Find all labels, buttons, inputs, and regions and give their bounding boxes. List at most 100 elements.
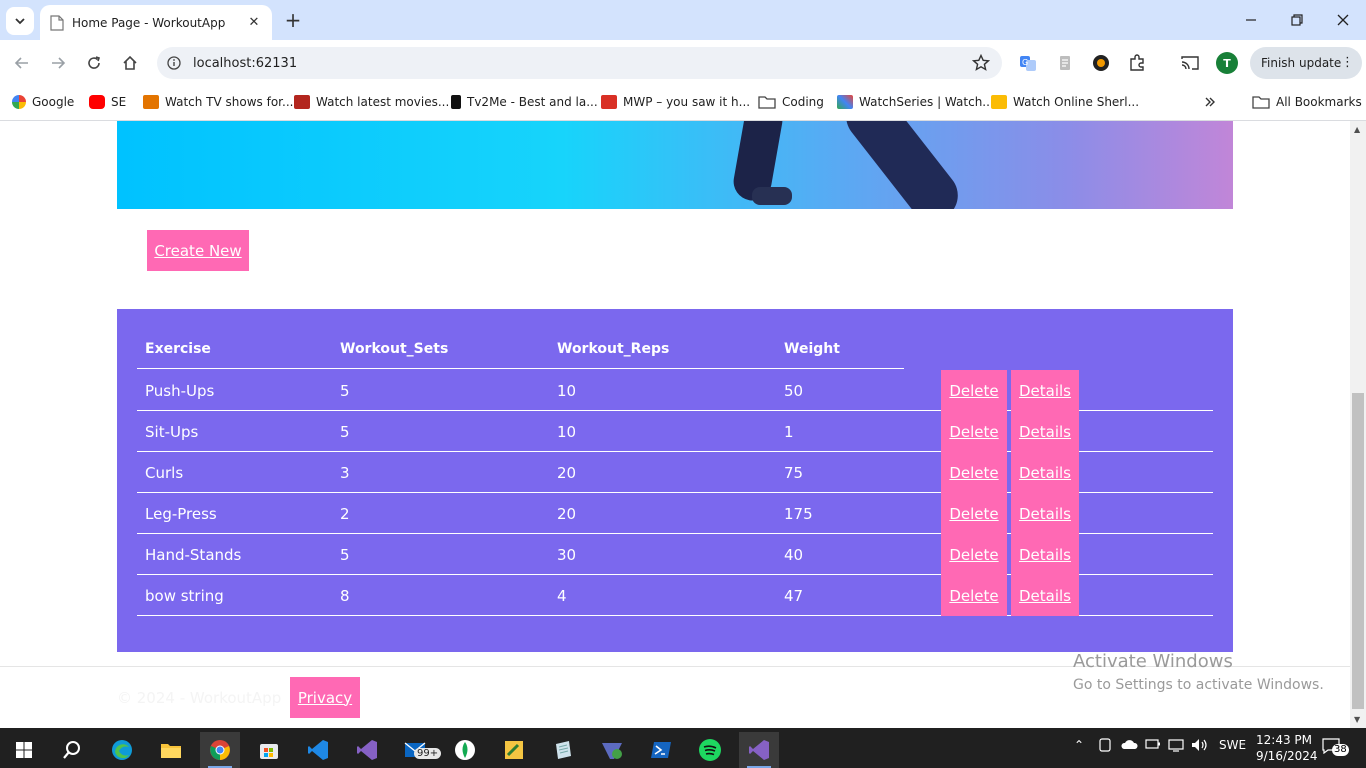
onedrive-icon[interactable]: [1120, 738, 1138, 753]
details-button[interactable]: Details: [1011, 411, 1079, 452]
scroll-down-arrow-icon[interactable]: ▼: [1354, 715, 1360, 724]
bookmark-watch-tv[interactable]: Watch TV shows for...: [143, 92, 293, 112]
notepad-icon[interactable]: [543, 732, 583, 768]
url-text: localhost:62131: [193, 55, 298, 71]
bookmark-tv2me[interactable]: Tv2Me - Best and la...: [451, 92, 598, 112]
delete-button[interactable]: Delete: [941, 575, 1007, 616]
search-icon[interactable]: [52, 732, 92, 768]
extensions-puzzle-icon[interactable]: [1125, 51, 1149, 75]
vpn-shield-icon[interactable]: [592, 732, 632, 768]
details-button[interactable]: Details: [1011, 575, 1079, 616]
visual-studio-running-icon[interactable]: [739, 732, 779, 768]
bookmark-se[interactable]: SE: [89, 92, 126, 112]
clock-date: 9/16/2024: [1256, 749, 1318, 763]
details-button[interactable]: Details: [1011, 452, 1079, 493]
language-indicator[interactable]: SWE: [1219, 738, 1246, 752]
delete-button[interactable]: Delete: [941, 411, 1007, 452]
create-new-button[interactable]: Create New: [147, 230, 249, 271]
bookmark-watchseries[interactable]: WatchSeries | Watch...: [837, 92, 994, 112]
page-scrollbar[interactable]: ▲ ▼: [1350, 121, 1366, 728]
tab-title: Home Page - WorkoutApp: [72, 15, 226, 30]
bookmark-sherlock[interactable]: Watch Online Sherl...: [991, 92, 1139, 112]
cell-weight: 47: [784, 587, 804, 605]
close-window-icon[interactable]: [1332, 9, 1354, 31]
finish-update-button[interactable]: Finish update ⋮: [1250, 47, 1362, 79]
delete-button[interactable]: Delete: [941, 370, 1007, 411]
hero-image: [117, 121, 1233, 209]
file-explorer-icon[interactable]: [151, 732, 191, 768]
delete-button[interactable]: Delete: [941, 493, 1007, 534]
bookmarks-overflow-icon[interactable]: [1204, 92, 1216, 112]
forward-arrow-icon[interactable]: [46, 51, 70, 75]
delete-button[interactable]: Delete: [941, 452, 1007, 493]
table-row: Leg-Press 2 20 175 Delete Details: [137, 493, 1213, 534]
windows-start-icon[interactable]: [4, 732, 44, 768]
column-header-weight: Weight: [784, 341, 840, 357]
details-button[interactable]: Details: [1011, 534, 1079, 575]
profile-avatar[interactable]: T: [1216, 52, 1238, 74]
cell-reps: 30: [557, 546, 577, 564]
site-info-icon[interactable]: [167, 56, 181, 70]
bookmark-star-icon[interactable]: [972, 54, 990, 72]
minimize-icon[interactable]: [1240, 9, 1262, 31]
details-button[interactable]: Details: [1011, 493, 1079, 534]
home-icon[interactable]: [118, 51, 142, 75]
browser-toolbar: localhost:62131 G T Finish update ⋮: [0, 40, 1366, 85]
battery-icon[interactable]: [1145, 738, 1161, 753]
column-header-exercise: Exercise: [145, 341, 211, 357]
edge-icon[interactable]: [102, 732, 142, 768]
bookmark-label: Watch latest movies...: [316, 95, 450, 109]
folder-icon: [758, 96, 776, 109]
more-menu-icon[interactable]: ⋮: [1341, 55, 1354, 70]
all-bookmarks-button[interactable]: All Bookmarks: [1252, 92, 1362, 112]
visual-studio-icon[interactable]: [347, 732, 387, 768]
details-button[interactable]: Details: [1011, 370, 1079, 411]
bookmark-google[interactable]: Google: [12, 92, 74, 112]
privacy-link[interactable]: Privacy: [290, 677, 360, 718]
spotify-icon[interactable]: [690, 732, 730, 768]
mongodb-icon[interactable]: [445, 732, 485, 768]
bookmark-mwp[interactable]: MWP – you saw it h...: [601, 92, 750, 112]
chrome-taskbar-icon[interactable]: [200, 732, 240, 768]
tab-close-icon[interactable]: ✕: [246, 15, 262, 30]
table-row: bow string 8 4 47 Delete Details: [137, 575, 1213, 616]
tab-search-button[interactable]: [6, 7, 34, 35]
delete-button[interactable]: Delete: [941, 534, 1007, 575]
clock-time: 12:43 PM: [1256, 733, 1312, 747]
scroll-up-arrow-icon[interactable]: ▲: [1354, 125, 1360, 134]
cast-icon[interactable]: [1178, 51, 1202, 75]
network-icon[interactable]: [1168, 738, 1184, 755]
hero-runner-shoe: [752, 187, 792, 205]
cell-reps: 10: [557, 382, 577, 400]
new-tab-icon[interactable]: +: [282, 8, 304, 32]
tray-device-icon[interactable]: [1098, 738, 1112, 755]
youtube-icon: [89, 95, 105, 109]
paint-app-icon[interactable]: [494, 732, 534, 768]
mail-icon[interactable]: 99+: [396, 732, 442, 768]
vscode-icon[interactable]: [298, 732, 338, 768]
cell-exercise: Push-Ups: [145, 382, 215, 400]
reload-icon[interactable]: [82, 51, 106, 75]
bookmark-folder-coding[interactable]: Coding: [758, 92, 824, 112]
volume-icon[interactable]: [1191, 738, 1209, 755]
record-extension-icon[interactable]: [1089, 51, 1113, 75]
tray-overflow-icon[interactable]: ⌃: [1074, 738, 1084, 752]
table-row: Sit-Ups 5 10 1 Delete Details: [137, 411, 1213, 452]
cell-weight: 40: [784, 546, 804, 564]
bookmark-watch-movies[interactable]: Watch latest movies...: [294, 92, 449, 112]
bookmark-label: Watch Online Sherl...: [1013, 95, 1140, 109]
back-arrow-icon[interactable]: [10, 51, 34, 75]
taskbar-clock[interactable]: 12:43 PM 9/16/2024: [1256, 732, 1318, 764]
header-divider: [137, 368, 904, 369]
cell-reps: 10: [557, 423, 577, 441]
notification-center-icon[interactable]: 38: [1322, 738, 1349, 758]
translate-extension-icon[interactable]: G: [1016, 51, 1040, 75]
address-bar[interactable]: localhost:62131: [157, 47, 1002, 79]
restore-icon[interactable]: [1286, 9, 1308, 31]
scrollbar-thumb[interactable]: [1352, 393, 1364, 709]
powershell-icon[interactable]: [641, 732, 681, 768]
document-extension-icon[interactable]: [1053, 51, 1077, 75]
ms-store-icon[interactable]: [249, 732, 289, 768]
browser-tab-active[interactable]: Home Page - WorkoutApp ✕: [40, 5, 272, 40]
column-header-reps: Workout_Reps: [557, 341, 670, 357]
